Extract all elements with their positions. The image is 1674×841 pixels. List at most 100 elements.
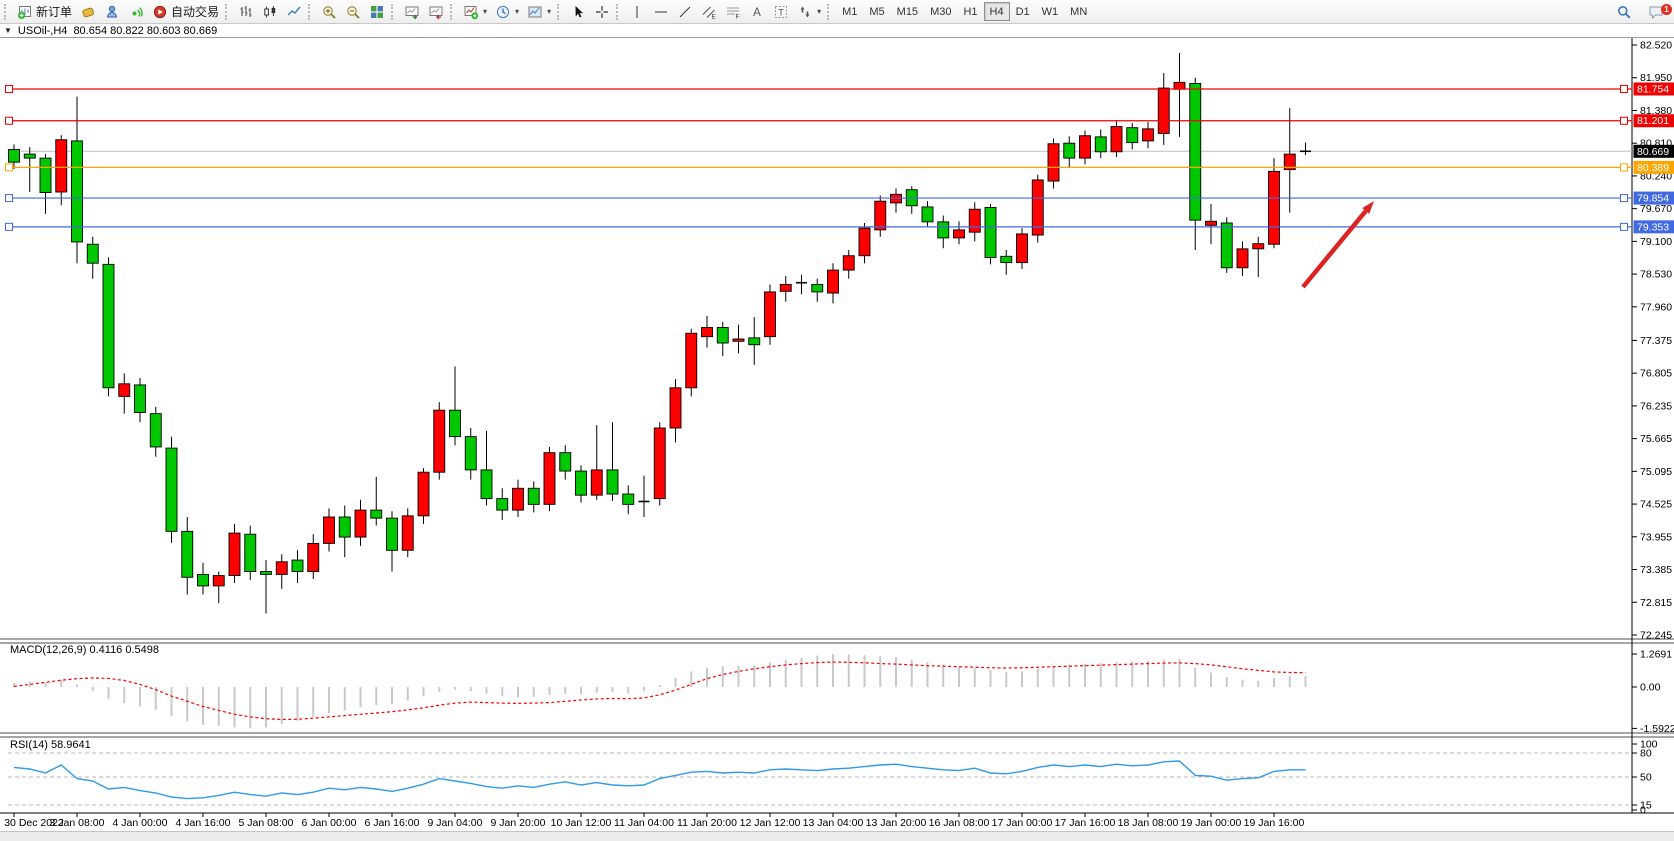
time-tick-label[interactable]: 19 Jan 16:00	[1244, 817, 1305, 829]
cursor-button[interactable]	[566, 1, 590, 22]
time-tick-label[interactable]: 18 Jan 08:00	[1118, 817, 1179, 829]
line-handle-left[interactable]	[6, 195, 13, 202]
price-tick-label[interactable]: 73.955	[1640, 531, 1672, 543]
text-label-button[interactable]: T	[769, 1, 793, 22]
time-tick-label[interactable]: 10 Jan 12:00	[551, 817, 612, 829]
price-tick-label[interactable]: 81.950	[1640, 72, 1672, 84]
macd-tick-label: 1.2691	[1640, 649, 1672, 661]
price-tick-label[interactable]: 79.100	[1640, 236, 1672, 248]
macd-signal-line	[14, 662, 1306, 719]
timeframe-m5-button[interactable]: M5	[863, 2, 890, 21]
styler-button[interactable]	[76, 1, 100, 22]
time-tick-label[interactable]: 4 Jan 16:00	[176, 817, 231, 829]
timeframe-mn-button[interactable]: MN	[1064, 2, 1093, 21]
candle	[1253, 244, 1264, 249]
horizontal-line-button[interactable]	[649, 1, 673, 22]
search-button[interactable]	[1612, 2, 1636, 23]
tile-windows-button[interactable]	[365, 1, 389, 22]
trendline-button[interactable]	[673, 1, 697, 22]
timeframe-h4-button[interactable]: H4	[984, 2, 1010, 21]
new-order-button[interactable]: 新订单	[13, 1, 76, 22]
line-chart-button[interactable]	[282, 1, 306, 22]
crosshair-icon	[594, 4, 610, 20]
line-handle-right[interactable]	[1621, 164, 1628, 171]
timeframe-h1-button[interactable]: H1	[957, 2, 983, 21]
price-tick-label[interactable]: 77.375	[1640, 335, 1672, 347]
svg-text:F: F	[736, 13, 740, 20]
candle	[481, 470, 492, 499]
candlestick-chart-button[interactable]	[258, 1, 282, 22]
equidistant-channel-button[interactable]: E	[697, 1, 721, 22]
time-tick-label[interactable]: 19 Jan 00:00	[1181, 817, 1242, 829]
price-tick-label[interactable]: 78.530	[1640, 269, 1672, 281]
chart-menu-triangle-icon[interactable]: ▼	[4, 26, 12, 35]
price-tick-label[interactable]: 74.525	[1640, 499, 1672, 511]
candle	[938, 222, 949, 238]
zoom-in-button[interactable]	[317, 1, 341, 22]
timeframe-d1-button[interactable]: D1	[1010, 2, 1036, 21]
price-tick-label[interactable]: 79.670	[1640, 203, 1672, 215]
line-handle-right[interactable]	[1621, 195, 1628, 202]
candle	[812, 284, 823, 291]
fibonacci-button[interactable]: F	[721, 1, 745, 22]
price-tick-label[interactable]: 76.805	[1640, 368, 1672, 380]
price-tick-label[interactable]: 73.385	[1640, 564, 1672, 576]
line-handle-left[interactable]	[6, 85, 13, 92]
timeframe-m15-button[interactable]: M15	[891, 2, 924, 21]
price-tick-label[interactable]: 72.815	[1640, 597, 1672, 609]
time-tick-label[interactable]: 9 Jan 04:00	[428, 817, 483, 829]
bar-chart-button[interactable]	[234, 1, 258, 22]
time-tick-label[interactable]: 16 Jan 08:00	[929, 817, 990, 829]
time-tick-label[interactable]: 4 Jan 00:00	[113, 817, 168, 829]
line-handle-right[interactable]	[1621, 85, 1628, 92]
crosshair-button[interactable]	[590, 1, 614, 22]
line-handle-left[interactable]	[6, 164, 13, 171]
news-signal-button[interactable]	[124, 1, 148, 22]
time-tick-label[interactable]: 9 Jan 20:00	[491, 817, 546, 829]
autotrading-button[interactable]: 自动交易	[148, 1, 223, 22]
rsi-tick-label: 80	[1640, 748, 1652, 760]
community-button[interactable]	[100, 1, 124, 22]
arrows-button[interactable]: ▾	[793, 1, 825, 22]
time-tick-label[interactable]: 3 Jan 08:00	[50, 817, 105, 829]
time-tick-label[interactable]: 17 Jan 16:00	[1055, 817, 1116, 829]
candle	[166, 448, 177, 531]
candle	[402, 516, 413, 550]
chevron-down-icon: ▾	[483, 7, 487, 16]
time-tick-label[interactable]: 6 Jan 16:00	[365, 817, 420, 829]
price-tick-label[interactable]: 77.960	[1640, 301, 1672, 313]
auto-scroll-button[interactable]	[400, 1, 424, 22]
time-tick-label[interactable]: 11 Jan 20:00	[677, 817, 737, 829]
templates-button[interactable]: ▾	[523, 1, 555, 22]
price-tick-label[interactable]: 72.245	[1640, 629, 1672, 641]
time-tick-label[interactable]: 13 Jan 04:00	[803, 817, 864, 829]
notifications-button[interactable]: 1	[1644, 2, 1668, 23]
price-tick-label[interactable]: 76.235	[1640, 400, 1672, 412]
vertical-line-button[interactable]	[625, 1, 649, 22]
line-handle-left[interactable]	[6, 223, 13, 230]
trend-arrow-annotation[interactable]	[1303, 211, 1366, 287]
price-tick-label[interactable]: 82.520	[1640, 40, 1672, 52]
line-handle-right[interactable]	[1621, 117, 1628, 124]
time-tick-label[interactable]: 6 Jan 00:00	[302, 817, 357, 829]
timeframe-w1-button[interactable]: W1	[1036, 2, 1065, 21]
autotrading-button-label: 自动交易	[171, 3, 219, 20]
time-tick-label[interactable]: 12 Jan 12:00	[740, 817, 801, 829]
candle	[560, 453, 571, 471]
indicators-button[interactable]: ▾	[459, 1, 491, 22]
timeframe-m1-button[interactable]: M1	[836, 2, 863, 21]
line-handle-left[interactable]	[6, 117, 13, 124]
time-tick-label[interactable]: 13 Jan 20:00	[866, 817, 927, 829]
periods-button[interactable]: ▾	[491, 1, 523, 22]
price-tick-label[interactable]: 75.665	[1640, 433, 1672, 445]
timeframe-m30-button[interactable]: M30	[924, 2, 957, 21]
zoom-out-button[interactable]	[341, 1, 365, 22]
chart-shift-button[interactable]	[424, 1, 448, 22]
chart-canvas[interactable]: 82.52081.95081.38080.81080.24079.67079.1…	[0, 0, 1674, 841]
time-tick-label[interactable]: 17 Jan 00:00	[992, 817, 1053, 829]
price-tick-label[interactable]: 75.095	[1640, 466, 1672, 478]
time-tick-label[interactable]: 5 Jan 08:00	[239, 817, 294, 829]
text-button[interactable]: A	[745, 1, 769, 22]
line-handle-right[interactable]	[1621, 223, 1628, 230]
time-tick-label[interactable]: 11 Jan 04:00	[614, 817, 674, 829]
